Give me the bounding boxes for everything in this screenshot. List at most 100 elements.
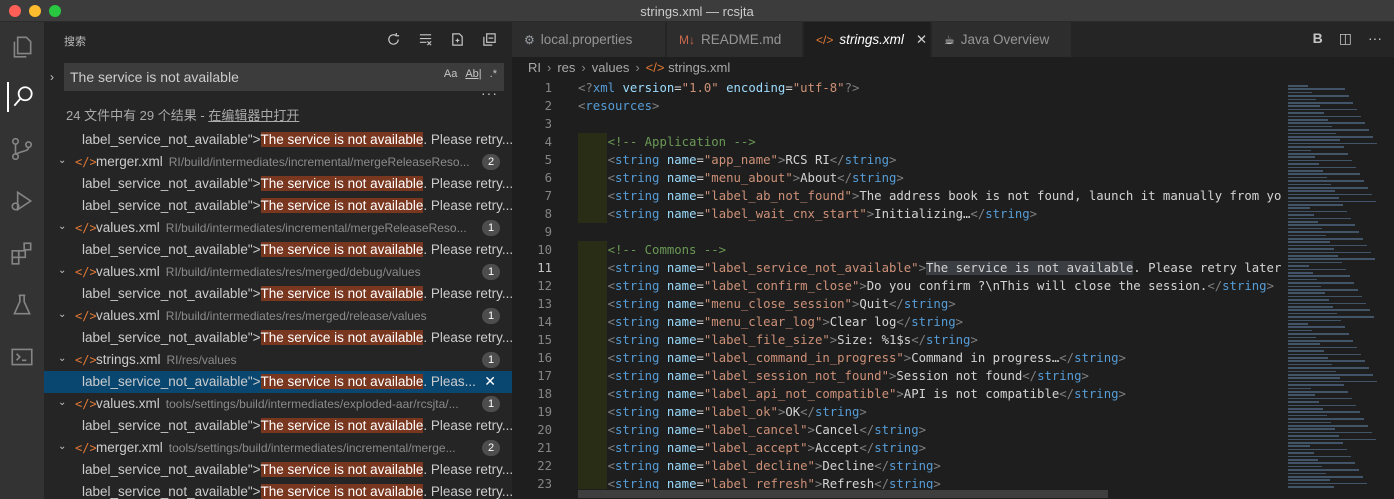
close-icon[interactable]: ✕ [916, 32, 927, 48]
refresh-icon[interactable] [384, 30, 402, 48]
result-match-row[interactable]: label_service_not_available">The service… [44, 173, 512, 195]
code-line[interactable]: 18 <string name="label_api_not_compatibl… [512, 385, 1282, 403]
match-text: label_service_not_available">The service… [82, 176, 512, 191]
code-line[interactable]: 19 <string name="label_ok">OK</string> [512, 403, 1282, 421]
result-file-row[interactable]: ⌄ </> values.xml tools/settings/build/inter… [44, 393, 512, 415]
tab-readme-md[interactable]: M↓ README.md [667, 22, 803, 57]
code-line[interactable]: 6 <string name="menu_about">About</strin… [512, 169, 1282, 187]
result-file-row[interactable]: ⌄ </> values.xml RI/build/intermediates/inc… [44, 217, 512, 239]
chevron-down-icon[interactable]: ⌄ [58, 309, 66, 320]
chevron-down-icon[interactable]: ⌄ [58, 155, 66, 166]
flask-icon[interactable] [7, 290, 37, 320]
split-editor-icon[interactable]: ◫ [1339, 30, 1352, 47]
search-icon[interactable] [7, 82, 37, 112]
result-file-row[interactable]: ⌄ </> merger.xml tools/settings/build/inter… [44, 437, 512, 459]
minimap-line [1288, 479, 1330, 481]
scrollbar-thumb[interactable] [578, 490, 1108, 498]
minimap[interactable] [1282, 79, 1394, 499]
code-line[interactable]: 16 <string name="label_command_in_progre… [512, 349, 1282, 367]
code-line[interactable]: 14 <string name="menu_clear_log">Clear l… [512, 313, 1282, 331]
clear-results-icon[interactable] [416, 30, 434, 48]
activity-bar [0, 22, 44, 499]
result-file-row[interactable]: ⌄ </> strings.xml RI/res/values 1 [44, 349, 512, 371]
match-suffix: . Please retry... [423, 286, 512, 301]
code-line[interactable]: 21 <string name="label_accept">Accept</s… [512, 439, 1282, 457]
files-icon[interactable] [7, 32, 37, 62]
result-file-row[interactable]: ⌄ </> values.xml RI/build/intermediates/res… [44, 261, 512, 283]
search-details-more-icon[interactable]: ··· [481, 85, 498, 101]
minimap-line [1288, 146, 1344, 148]
match-whole-word-icon[interactable]: Ab| [465, 68, 481, 80]
result-match-row[interactable]: label_service_not_available">The service… [44, 195, 512, 217]
minimap-line [1288, 190, 1335, 192]
source-control-icon[interactable] [7, 134, 37, 164]
result-match-row[interactable]: label_service_not_available">The service… [44, 283, 512, 305]
use-regex-icon[interactable]: .* [490, 68, 497, 80]
result-match-row[interactable]: label_service_not_available">The service… [44, 327, 512, 349]
open-in-editor-link[interactable]: 在编辑器中打开 [208, 108, 299, 123]
result-match-row-selected[interactable]: label_service_not_available">The service… [44, 371, 512, 393]
horizontal-scrollbar[interactable] [512, 489, 1394, 499]
breadcrumb-item[interactable]: RI [528, 60, 541, 75]
run-debug-icon[interactable] [7, 186, 37, 216]
code-line[interactable]: 12 <string name="label_confirm_close">Do… [512, 277, 1282, 295]
result-match-row[interactable]: label_service_not_available">The service… [44, 415, 512, 437]
file-name-text: values.xml [96, 308, 160, 323]
code-line[interactable]: 13 <string name="menu_close_session">Qui… [512, 295, 1282, 313]
code-line[interactable]: 11 <string name="label_service_not_avail… [512, 259, 1282, 277]
code-editor[interactable]: 1 <?xml version="1.0" encoding="utf-8"?> 2… [512, 79, 1282, 499]
tab-strings-xml[interactable]: </> strings.xml ✕ [804, 22, 931, 57]
breadcrumb-item[interactable]: values [592, 60, 630, 75]
code-line[interactable]: 2 <resources> [512, 97, 1282, 115]
toggle-replace-chevron-icon[interactable]: › [50, 70, 54, 84]
bold-icon[interactable]: B [1313, 30, 1323, 47]
breadcrumb-item[interactable]: res [557, 60, 575, 75]
result-file-row[interactable]: ⌄ </> merger.xml RI/build/intermediates/inc… [44, 151, 512, 173]
result-file-row[interactable]: ⌄ </> values.xml RI/build/intermediates/res… [44, 305, 512, 327]
line-number: 6 [544, 171, 552, 185]
code-line[interactable]: 10 <!-- Commons --> [512, 241, 1282, 259]
code-line[interactable]: 5 <string name="app_name">RCS RI</string… [512, 151, 1282, 169]
code-line[interactable]: 3 [512, 115, 1282, 133]
minimap-line [1288, 295, 1362, 298]
collapse-all-icon[interactable] [480, 30, 498, 48]
code-line[interactable]: 22 <string name="label_decline">Decline<… [512, 457, 1282, 475]
result-match-row[interactable]: label_service_not_available">The service… [44, 459, 512, 481]
chevron-down-icon[interactable]: ⌄ [58, 221, 66, 232]
result-match-row[interactable]: label_service_not_available">The service… [44, 239, 512, 261]
tab-local-properties[interactable]: ⚙ local.properties [512, 22, 666, 57]
minimap-line [1288, 312, 1337, 315]
file-name-text: values.xml [96, 220, 160, 235]
chevron-down-icon[interactable]: ⌄ [58, 265, 66, 276]
minimap-line [1288, 265, 1309, 267]
more-actions-icon[interactable]: ··· [1368, 30, 1382, 47]
chevron-down-icon[interactable]: ⌄ [58, 397, 66, 408]
code-line[interactable]: 9 [512, 223, 1282, 241]
terminal-icon[interactable] [7, 342, 37, 372]
line-content: <!-- Application --> [607, 135, 756, 149]
result-match-row[interactable]: label_service_not_available">The service… [44, 481, 512, 499]
minimap-line [1288, 316, 1374, 318]
code-line[interactable]: 7 <string name="label_ab_not_found">The … [512, 187, 1282, 205]
extensions-icon[interactable] [7, 238, 37, 268]
dismiss-result-icon[interactable]: ✕ [484, 373, 496, 390]
chevron-down-icon[interactable]: ⌄ [58, 441, 66, 452]
code-line[interactable]: 4 <!-- Application --> [512, 133, 1282, 151]
minimap-line [1288, 98, 1316, 101]
tab-java-overview[interactable]: ☕ Java Overview [932, 22, 1072, 57]
new-search-editor-icon[interactable] [448, 30, 466, 48]
code-line[interactable]: 15 <string name="label_file_size">Size: … [512, 331, 1282, 349]
breadcrumb-item[interactable]: strings.xml [668, 60, 730, 75]
code-line[interactable]: 20 <string name="label_cancel">Cancel</s… [512, 421, 1282, 439]
match-case-icon[interactable]: Aa [444, 68, 457, 80]
xml-file-icon: </> [75, 441, 97, 455]
xml-file-icon: </> [75, 397, 97, 411]
code-line[interactable]: 17 <string name="label_session_not_found… [512, 367, 1282, 385]
file-path: RI/build/intermediates/incremental/merge… [165, 221, 467, 235]
search-input[interactable]: The service is not available Aa Ab| .* [64, 63, 504, 91]
code-line[interactable]: 8 <string name="label_wait_cnx_start">In… [512, 205, 1282, 223]
result-match-row[interactable]: label_service_not_available">The service… [44, 129, 512, 151]
code-line[interactable]: 1 <?xml version="1.0" encoding="utf-8"?> [512, 79, 1282, 97]
match-highlight: The service is not available [260, 418, 424, 433]
chevron-down-icon[interactable]: ⌄ [58, 353, 66, 364]
